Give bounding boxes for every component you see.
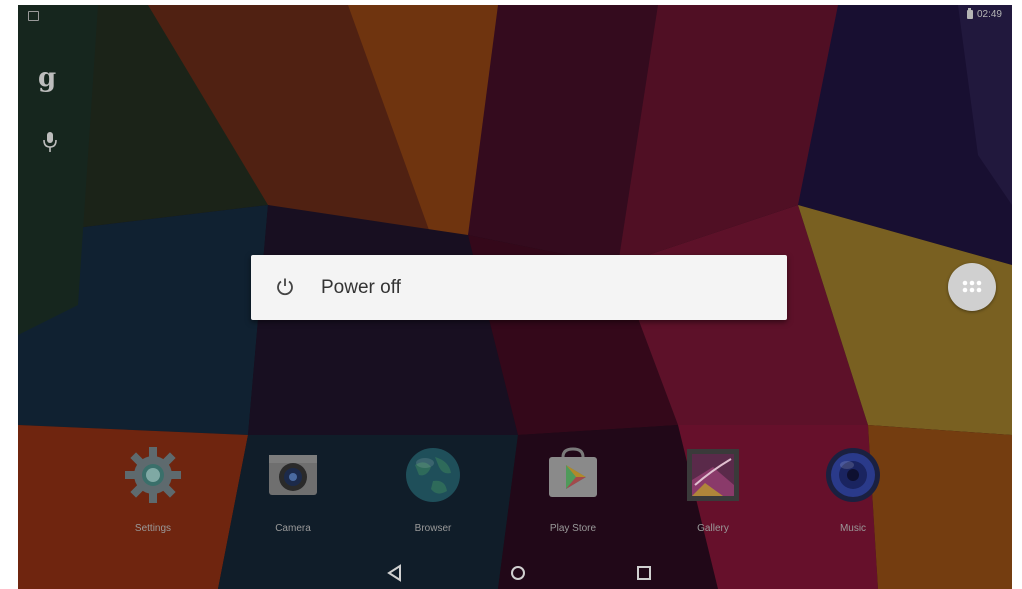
tablet-screen: 02:49 g Power off Settings Camera Browse… [18,5,1012,589]
settings-gear-icon [125,447,181,503]
all-apps-button[interactable] [948,263,996,311]
speaker-icon [826,448,880,502]
power-off-option[interactable]: Power off [251,255,787,320]
status-right: 02:49 [966,8,1002,20]
power-off-label: Power off [321,277,401,298]
clock: 02:49 [976,9,1002,20]
app-gallery[interactable]: Gallery [663,445,763,545]
gallery-icon [687,449,739,501]
screenshot-notification-icon [28,11,39,21]
google-search-icon[interactable]: g [38,63,56,93]
globe-icon [406,448,460,502]
camera-icon [269,455,317,495]
power-icon [277,278,293,296]
app-browser[interactable]: Browser [383,445,483,545]
status-bar: 02:49 [18,5,1012,27]
recents-icon[interactable] [632,561,656,585]
app-label: Music [839,523,867,534]
app-label: Play Store [549,523,597,534]
mic-icon[interactable] [42,131,58,153]
all-apps-grid-icon [962,280,982,293]
app-label: Browser [414,523,452,534]
back-icon[interactable] [383,561,407,585]
app-label: Gallery [697,523,729,534]
battery-icon [966,8,973,19]
play-store-icon [549,447,597,497]
navigation-bar [18,553,1012,589]
app-label: Settings [134,523,172,534]
app-play-store[interactable]: Play Store [523,445,623,545]
app-camera[interactable]: Camera [243,445,343,545]
app-music[interactable]: Music [803,445,903,545]
home-icon[interactable] [506,561,530,585]
app-label: Camera [275,523,311,534]
app-settings[interactable]: Settings [103,445,203,545]
